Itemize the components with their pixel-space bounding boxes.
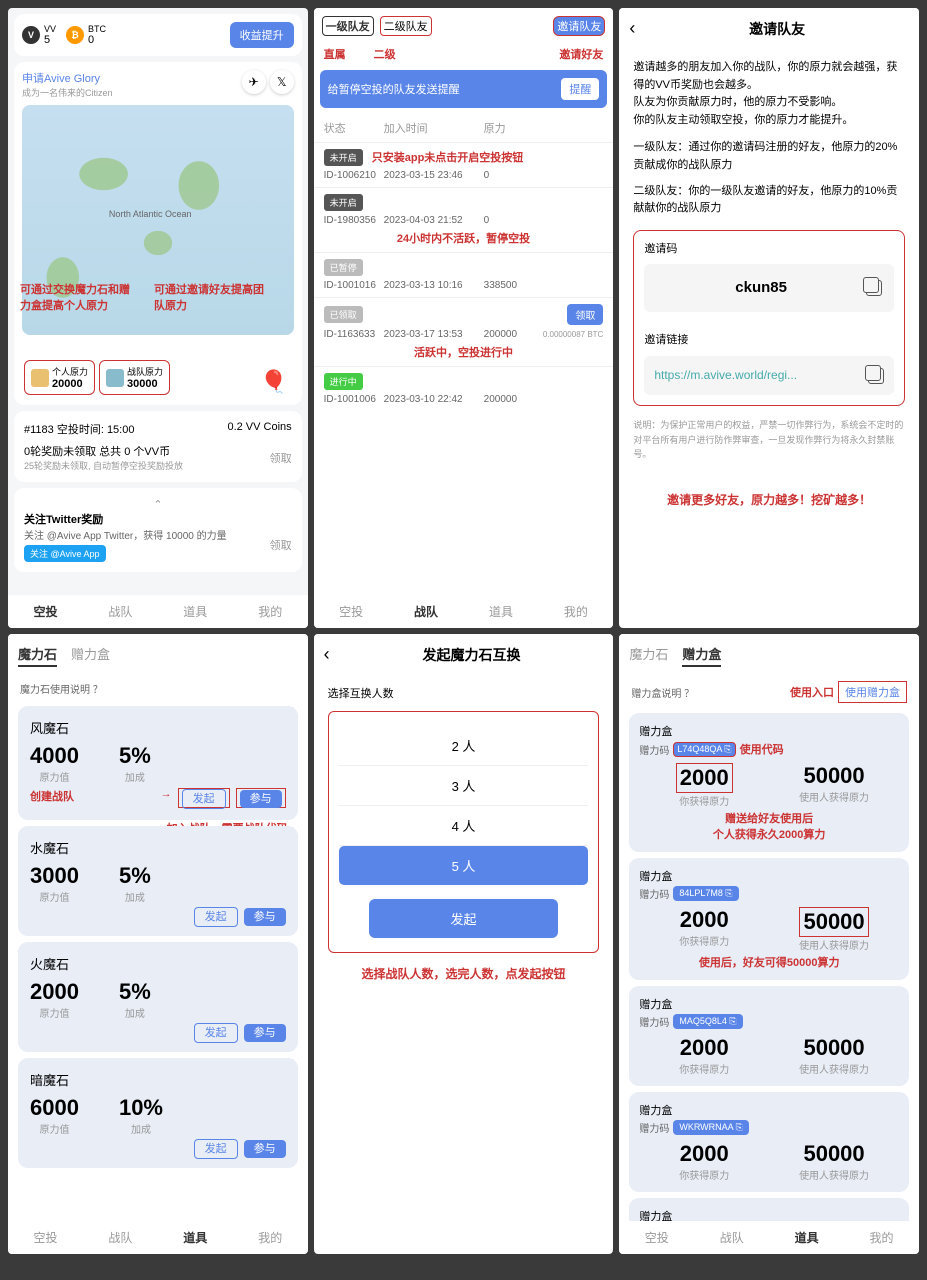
tab-airdrop[interactable]: 空投 [314,603,389,620]
claim-button[interactable]: 领取 [567,304,603,325]
tab-level1[interactable]: 一级队友 [322,16,374,36]
tab-airdrop[interactable]: 空投 [8,1229,83,1246]
table-row: 未开启 ID-19803562023-04-03 21:520 24小时内不活跃… [314,187,614,252]
table-row: 进行中 ID-10010062023-03-10 22:42200000 [314,366,614,411]
option-5[interactable]: 5 人 [339,846,589,885]
page-title: 邀请队友 [645,19,909,39]
personal-power: 个人原力20000 [24,360,95,395]
invite-link: https://m.avive.world/regi... [654,366,868,385]
link-label: 邀请链接 [644,332,894,350]
vv-balance: V VV5 [22,24,56,46]
tab-airdrop[interactable]: 空投 [619,1229,694,1246]
launch-button[interactable]: 发起 [194,1139,238,1159]
tab-stone[interactable]: 魔力石 [18,644,57,667]
follow-twitter-button[interactable]: 关注 @Avive App [24,545,106,562]
twitter-claim-button[interactable]: 领取 [270,537,292,553]
stone-card: 水魔石 3000原力值 5%加成 发起 参与 [18,826,298,936]
option-2[interactable]: 2 人 [339,726,589,766]
invite-code: ckun85 [656,276,866,300]
subtitle: 选择互换人数 [328,685,600,701]
remind-bar: 给暂停空投的队友发送提醒 提醒 [320,70,608,108]
help-link[interactable]: 赠力盒说明 ？ [631,685,694,700]
code-label: 邀请码 [644,241,894,259]
back-icon[interactable]: ‹ [324,644,330,665]
tab-level2[interactable]: 二级队友 [380,16,432,36]
tab-props[interactable]: 道具 [158,603,233,620]
page-title: 发起魔力石互换 [340,645,604,665]
help-link[interactable]: 魔力石使用说明 ？ [8,677,308,700]
invite-button[interactable]: 邀请队友 [553,16,605,36]
gift-card: 赠力盒 赠力码 L74Q48QA ⎘ 使用代码 2000你获得原力 50000使… [629,713,909,852]
balloon-icon: 🎈 [260,369,287,395]
gift-code[interactable]: 84LPL7M8 ⎘ [673,886,738,901]
join-button[interactable]: 参与 [244,1024,286,1042]
tab-airdrop[interactable]: 空投 [8,603,83,620]
join-button[interactable]: 参与 [244,908,286,926]
tab-team[interactable]: 战队 [389,603,464,620]
gift-code[interactable]: L74Q48QA ⎘ [673,742,735,757]
table-row: 未开启 只安装app未点击开启空投按钮 ID-10062102023-03-15… [314,142,614,187]
tab-props[interactable]: 道具 [158,1229,233,1246]
tab-stone[interactable]: 魔力石 [629,644,668,667]
stone-card: 火魔石 2000原力值 5%加成 发起 参与 [18,942,298,1052]
gift-card: 赠力盒 赠力码 84LPL7M8 ⎘ 2000你获得原力 50000使用人获得原… [629,858,909,980]
copy-icon[interactable] [866,280,882,296]
use-gift-button[interactable]: 使用赠力盒 [838,681,907,703]
boost-button[interactable]: 收益提升 [230,22,294,48]
tab-team[interactable]: 战队 [83,603,158,620]
stone-card: 暗魔石 6000原力值 10%加成 发起 参与 [18,1058,298,1168]
tab-team[interactable]: 战队 [694,1229,769,1246]
tab-gift[interactable]: 赠力盒 [71,644,110,667]
reward-line: 0轮奖励未领取 总共 0 个VV币 [24,443,183,459]
gift-card: 赠力盒 赠力码 MAQ5Q8L4 ⎘ 2000你获得原力 50000使用人获得原… [629,986,909,1086]
copy-icon[interactable] [868,368,884,384]
tab-mine[interactable]: 我的 [233,1229,308,1246]
tab-mine[interactable]: 我的 [233,603,308,620]
join-button[interactable]: 参与 [240,790,282,808]
tab-team[interactable]: 战队 [83,1229,158,1246]
gift-code[interactable]: WKRWRNAA ⎘ [673,1120,749,1135]
tab-props[interactable]: 道具 [769,1229,844,1246]
tab-gift[interactable]: 赠力盒 [682,644,721,667]
gift-code[interactable]: MAQ5Q8L4 ⎘ [673,1014,742,1029]
back-icon[interactable]: ‹ [629,18,635,39]
claim-button[interactable]: 领取 [270,450,292,466]
launch-button[interactable]: 发起 [194,907,238,927]
join-button[interactable]: 参与 [244,1140,286,1158]
table-row: 已领取 领取 ID-11636332023-03-17 13:532000000… [314,297,614,366]
launch-button[interactable]: 发起 [182,789,226,809]
team-power: 战队原力30000 [99,360,170,395]
stone-card: 风魔石 4000原力值 5%加成 创建战队→ 发起 参与 加入战队，需要战队代码 [18,706,298,820]
option-3[interactable]: 3 人 [339,766,589,806]
option-4[interactable]: 4 人 [339,806,589,846]
remind-button[interactable]: 提醒 [561,78,599,100]
tab-props[interactable]: 道具 [464,603,539,620]
table-row: 已暂停 ID-10010162023-03-13 10:16338500 [314,252,614,297]
twitter-icon[interactable]: 𝕏 [270,70,294,94]
telegram-icon[interactable]: ✈ [242,70,266,94]
tab-mine[interactable]: 我的 [538,603,613,620]
btc-balance: ₿ BTC0 [66,24,106,46]
launch-button[interactable]: 发起 [194,1023,238,1043]
tab-mine[interactable]: 我的 [844,1229,919,1246]
gift-card: 赠力盒 赠力码 WKRWRNAA ⎘ 2000你获得原力 50000使用人获得原… [629,1092,909,1192]
launch-button[interactable]: 发起 [369,899,559,938]
